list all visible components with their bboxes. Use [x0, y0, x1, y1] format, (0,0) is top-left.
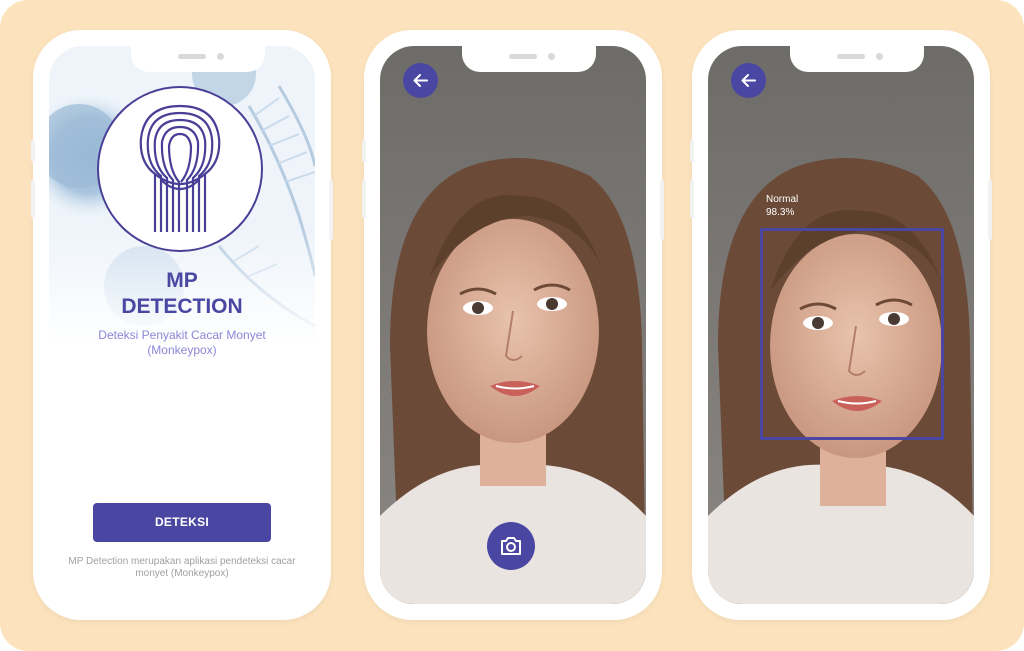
camera-preview-portrait	[380, 46, 646, 604]
phone-camera	[362, 30, 664, 620]
phone-result: Normal 98.3%	[690, 30, 992, 620]
phone-notch	[131, 46, 265, 72]
app-description: MP Detection merupakan aplikasi pendetek…	[68, 556, 296, 579]
arrow-left-icon	[741, 74, 756, 87]
app-title-line2: DETECTION	[121, 295, 243, 318]
app-title-line1: MP	[166, 269, 198, 292]
phone-notch	[790, 46, 924, 72]
camera-screen	[380, 46, 646, 604]
camera-icon	[501, 537, 521, 555]
detection-confidence: 98.3%	[766, 207, 795, 218]
result-screen: Normal 98.3%	[708, 46, 974, 604]
showcase-background: MP DETECTION Deteksi Penyakit Cacar Mony…	[0, 0, 1024, 651]
capture-button[interactable]	[487, 522, 535, 570]
phone-home: MP DETECTION Deteksi Penyakit Cacar Mony…	[31, 30, 333, 620]
arrow-left-icon	[413, 74, 428, 87]
home-screen: MP DETECTION Deteksi Penyakit Cacar Mony…	[49, 46, 315, 604]
back-button[interactable]	[731, 63, 766, 98]
app-subtitle: Deteksi Penyakit Cacar Monyet (Monkeypox…	[98, 328, 266, 357]
deteksi-button[interactable]: DETEKSI	[93, 503, 271, 542]
phone-notch	[462, 46, 596, 72]
app-title: MP DETECTION	[49, 268, 315, 320]
face-detection-box	[760, 228, 944, 440]
mp-logo-icon	[139, 104, 221, 232]
detection-label: Normal 98.3%	[766, 193, 798, 219]
back-button[interactable]	[403, 63, 438, 98]
detection-class: Normal	[766, 194, 799, 205]
app-logo	[97, 86, 263, 252]
